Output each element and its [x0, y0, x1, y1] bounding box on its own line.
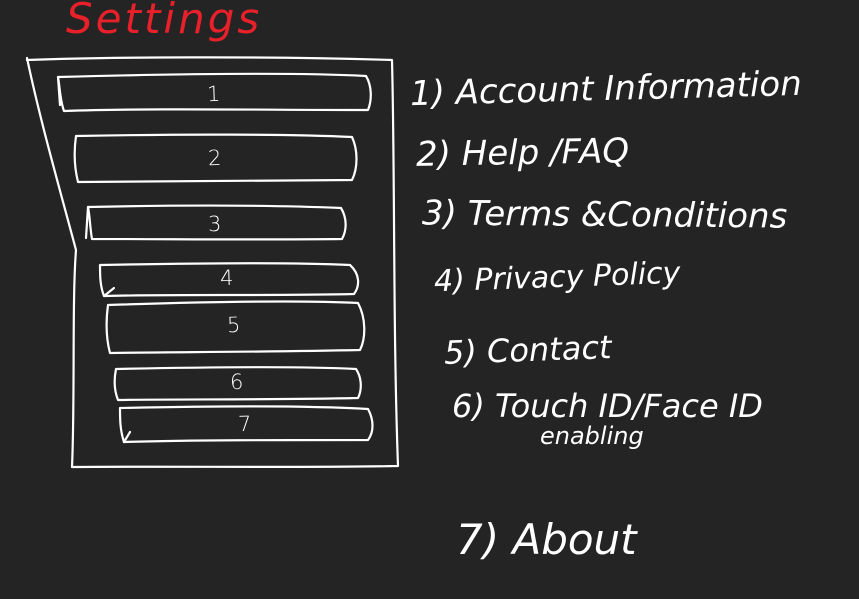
legend-item-contact: 5) Contact: [443, 328, 613, 372]
legend-item-continuation: enabling: [540, 421, 644, 450]
legend-item-privacy-policy: 4) Privacy Policy: [433, 255, 681, 300]
legend-item-help-faq: 2) Help /FAQ: [415, 131, 630, 175]
legend-item-terms-conditions: 3) Terms &Conditions: [421, 193, 788, 237]
legend-item-account-information: 1) Account Information: [409, 63, 803, 115]
legend-item-about: 7) About: [456, 515, 637, 564]
settings-legend: 1) Account Information 2) Help /FAQ 3) T…: [0, 0, 859, 599]
legend-item-touch-face-id: 6) Touch ID/Face ID enabling: [452, 387, 763, 450]
